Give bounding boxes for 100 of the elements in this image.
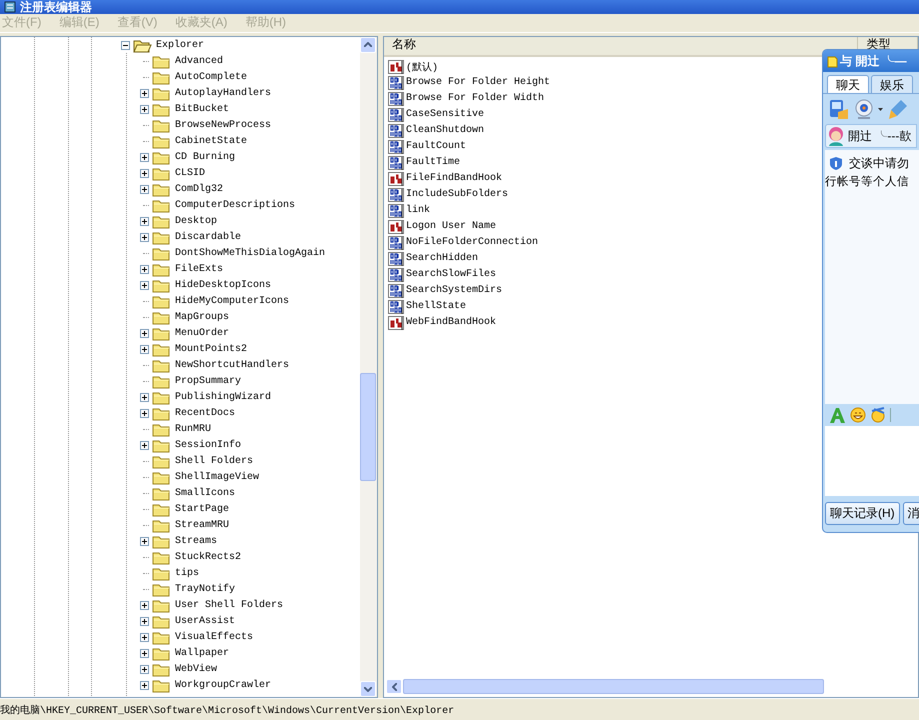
expand-icon[interactable] xyxy=(140,153,149,162)
tree-item[interactable]: MountPoints2 xyxy=(174,344,248,356)
value-name[interactable]: NoFileFolderConnection xyxy=(406,237,538,248)
value-name[interactable]: IncludeSubFolders xyxy=(406,189,508,200)
tree-item[interactable]: WebView xyxy=(174,664,218,676)
tree-item[interactable]: tips xyxy=(174,568,200,580)
expand-icon[interactable] xyxy=(140,217,149,226)
tree-item[interactable]: ShellImageView xyxy=(174,472,260,484)
tree-item[interactable]: CD Burning xyxy=(174,152,236,164)
expand-icon[interactable] xyxy=(140,105,149,114)
binary-value-icon xyxy=(388,204,404,218)
value-name[interactable]: SearchHidden xyxy=(406,253,478,264)
string-value-icon xyxy=(388,316,404,330)
chevron-up-icon xyxy=(364,42,372,48)
tree-item[interactable]: AutoComplete xyxy=(174,72,248,84)
tree-item[interactable]: CLSID xyxy=(174,168,206,180)
expand-icon[interactable] xyxy=(140,329,149,338)
value-name[interactable]: Browse For Folder Height xyxy=(406,77,550,88)
value-name[interactable]: (默认) xyxy=(406,60,438,74)
expand-icon[interactable] xyxy=(140,265,149,274)
expand-icon[interactable] xyxy=(140,441,149,450)
tree-item[interactable]: PropSummary xyxy=(174,376,242,388)
binary-value-icon xyxy=(388,140,404,154)
expand-icon[interactable] xyxy=(140,665,149,674)
tree-item[interactable]: FileExts xyxy=(174,264,224,276)
collapse-icon[interactable] xyxy=(121,41,130,50)
tree-item[interactable]: MenuOrder xyxy=(174,328,230,340)
tree-item[interactable]: User Shell Folders xyxy=(174,600,284,612)
folder-icon xyxy=(152,102,171,118)
folder-icon xyxy=(152,198,171,214)
expand-icon[interactable] xyxy=(140,601,149,610)
tree-item[interactable]: Advanced xyxy=(174,56,224,68)
expand-icon[interactable] xyxy=(140,89,149,98)
tree-item[interactable]: StuckRects2 xyxy=(174,552,242,564)
expand-icon[interactable] xyxy=(140,281,149,290)
chat-tab[interactable]: 娱乐 xyxy=(871,75,913,93)
expand-icon[interactable] xyxy=(140,393,149,402)
tree-item[interactable]: Shell Folders xyxy=(174,456,254,468)
binary-value-icon xyxy=(388,236,404,250)
tree-item[interactable]: WorkgroupCrawler xyxy=(174,680,272,692)
tree-item[interactable]: RunMRU xyxy=(174,424,212,436)
value-name[interactable]: FaultTime xyxy=(406,157,460,168)
expand-icon[interactable] xyxy=(140,649,149,658)
tree-item[interactable]: UserAssist xyxy=(174,616,236,628)
scroll-left-button[interactable] xyxy=(386,679,402,694)
tree-item[interactable]: SessionInfo xyxy=(174,440,242,452)
tree-item[interactable]: AutoplayHandlers xyxy=(174,88,272,100)
tree-item[interactable]: SmallIcons xyxy=(174,488,236,500)
folder-icon xyxy=(152,614,171,630)
tree-item[interactable]: BrowseNewProcess xyxy=(174,120,272,132)
chat-button[interactable]: 聊天记录(H) xyxy=(825,502,900,525)
tree-item[interactable]: BitBucket xyxy=(174,104,230,116)
expand-icon[interactable] xyxy=(140,633,149,642)
tree-item[interactable]: Streams xyxy=(174,536,218,548)
expand-icon[interactable] xyxy=(140,169,149,178)
caret-icon xyxy=(878,108,883,110)
tree-item[interactable]: Discardable xyxy=(174,232,242,244)
tree-item[interactable]: StreamMRU xyxy=(174,520,230,532)
scroll-down-button[interactable] xyxy=(360,681,376,698)
expand-icon[interactable] xyxy=(140,617,149,626)
tree-item[interactable]: Desktop xyxy=(174,216,218,228)
scroll-thumb[interactable] xyxy=(360,372,376,481)
value-name[interactable]: SearchSlowFiles xyxy=(406,269,496,280)
chat-button[interactable]: 消 xyxy=(902,502,919,525)
tree-item[interactable]: Explorer xyxy=(155,40,206,52)
tree-item[interactable]: HideMyComputerIcons xyxy=(174,296,290,308)
expand-icon[interactable] xyxy=(140,233,149,242)
expand-icon[interactable] xyxy=(140,185,149,194)
tree-item[interactable]: CabinetState xyxy=(174,136,248,148)
message-input[interactable] xyxy=(825,426,919,496)
tree-item[interactable]: Wallpaper xyxy=(174,648,230,660)
value-name[interactable]: FaultCount xyxy=(406,141,466,152)
tree-item[interactable]: RecentDocs xyxy=(174,408,236,420)
value-name[interactable]: WebFindBandHook xyxy=(406,317,496,328)
tree-item[interactable]: PublishingWizard xyxy=(174,392,272,404)
tree-item[interactable]: NewShortcutHandlers xyxy=(174,360,290,372)
expand-icon[interactable] xyxy=(140,681,149,690)
value-name[interactable]: Browse For Folder Width xyxy=(406,93,544,104)
tree-item[interactable]: ComputerDescriptions xyxy=(174,200,296,212)
scroll-thumb[interactable] xyxy=(403,679,824,694)
value-name[interactable]: ShellState xyxy=(406,301,466,312)
tree-item[interactable]: TrayNotify xyxy=(174,584,236,596)
value-name[interactable]: CaseSensitive xyxy=(406,109,484,120)
binary-value-icon xyxy=(388,300,404,314)
tree-item[interactable]: DontShowMeThisDialogAgain xyxy=(174,248,326,260)
scroll-up-button[interactable] xyxy=(360,36,376,53)
tree-item[interactable]: HideDesktopIcons xyxy=(174,280,272,292)
expand-icon[interactable] xyxy=(140,409,149,418)
tree-item[interactable]: StartPage xyxy=(174,504,230,516)
tree-item[interactable]: VisualEffects xyxy=(174,632,254,644)
chat-tab[interactable]: 聊天 xyxy=(827,75,869,93)
value-name[interactable]: Logon User Name xyxy=(406,221,496,232)
value-name[interactable]: CleanShutdown xyxy=(406,125,484,136)
tree-item[interactable]: MapGroups xyxy=(174,312,230,324)
value-name[interactable]: FileFindBandHook xyxy=(406,173,502,184)
expand-icon[interactable] xyxy=(140,537,149,546)
value-name[interactable]: link xyxy=(406,205,430,216)
expand-icon[interactable] xyxy=(140,345,149,354)
tree-item[interactable]: ComDlg32 xyxy=(174,184,224,196)
value-name[interactable]: SearchSystemDirs xyxy=(406,285,502,296)
